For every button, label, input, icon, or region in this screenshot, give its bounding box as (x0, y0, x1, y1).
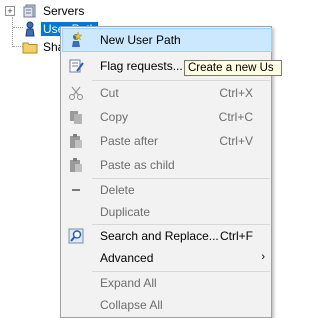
menu-item-label: Delete (100, 183, 135, 197)
paste-child-icon (70, 158, 82, 172)
copy-icon (70, 111, 82, 124)
menu-item-paste-after[interactable]: Paste after Ctrl+V (63, 130, 271, 152)
menu-item-label: Flag requests... (100, 59, 183, 73)
menu-item-label: Collapse All (100, 298, 163, 312)
menu-item-label: Duplicate (100, 205, 151, 219)
menu-item-shortcut: Ctrl+F (220, 229, 253, 243)
user-icon (25, 21, 35, 37)
menu-item-label: Paste as child (100, 158, 175, 172)
menu-item-shortcut: Ctrl+X (219, 86, 253, 100)
menu-item-duplicate[interactable]: Duplicate (63, 201, 271, 223)
menu-item-copy[interactable]: Copy Ctrl+C (63, 106, 271, 128)
tooltip: Create a new Us (184, 60, 282, 76)
menu-item-shortcut: Ctrl+C (218, 110, 253, 124)
tree-item-label: Servers (43, 4, 85, 18)
search-icon (68, 228, 84, 244)
tree-connector (12, 17, 13, 47)
menu-item-label: Copy (100, 110, 129, 124)
menu-item-paste-as-child[interactable]: Paste as child (63, 154, 271, 176)
folder-icon (22, 42, 38, 54)
menu-item-shortcut: Ctrl+V (219, 134, 253, 148)
menu-item-label: Expand All (100, 276, 157, 290)
menu-item-label: Cut (100, 86, 119, 100)
menu-item-collapse-all[interactable]: Collapse All (63, 294, 271, 316)
servers-icon (23, 4, 36, 18)
menu-item-label: Search and Replace... (100, 229, 219, 243)
paste-icon (70, 134, 82, 148)
scissors-icon (69, 86, 83, 100)
submenu-arrow-icon: › (261, 251, 265, 263)
menu-item-delete[interactable]: Delete (63, 179, 271, 201)
new-user-path-icon (72, 32, 83, 47)
menu-item-label: Advanced (100, 251, 154, 265)
menu-item-label: New User Path (100, 33, 181, 47)
menu-item-label: Paste after (100, 134, 159, 148)
menu-item-cut[interactable]: Cut Ctrl+X (63, 82, 271, 104)
menu-item-advanced[interactable]: Advanced › (63, 247, 271, 269)
flag-requests-icon (69, 59, 84, 73)
expand-toggle-icon[interactable]: + (5, 6, 15, 16)
delete-icon (72, 189, 80, 191)
menu-item-search-replace[interactable]: Search and Replace... Ctrl+F (63, 225, 271, 247)
menu-item-expand-all[interactable]: Expand All (63, 272, 271, 294)
tree-item-servers[interactable]: Servers (22, 2, 86, 20)
menu-separator (92, 80, 270, 81)
menu-item-new-user-path[interactable]: New User Path (62, 28, 272, 52)
